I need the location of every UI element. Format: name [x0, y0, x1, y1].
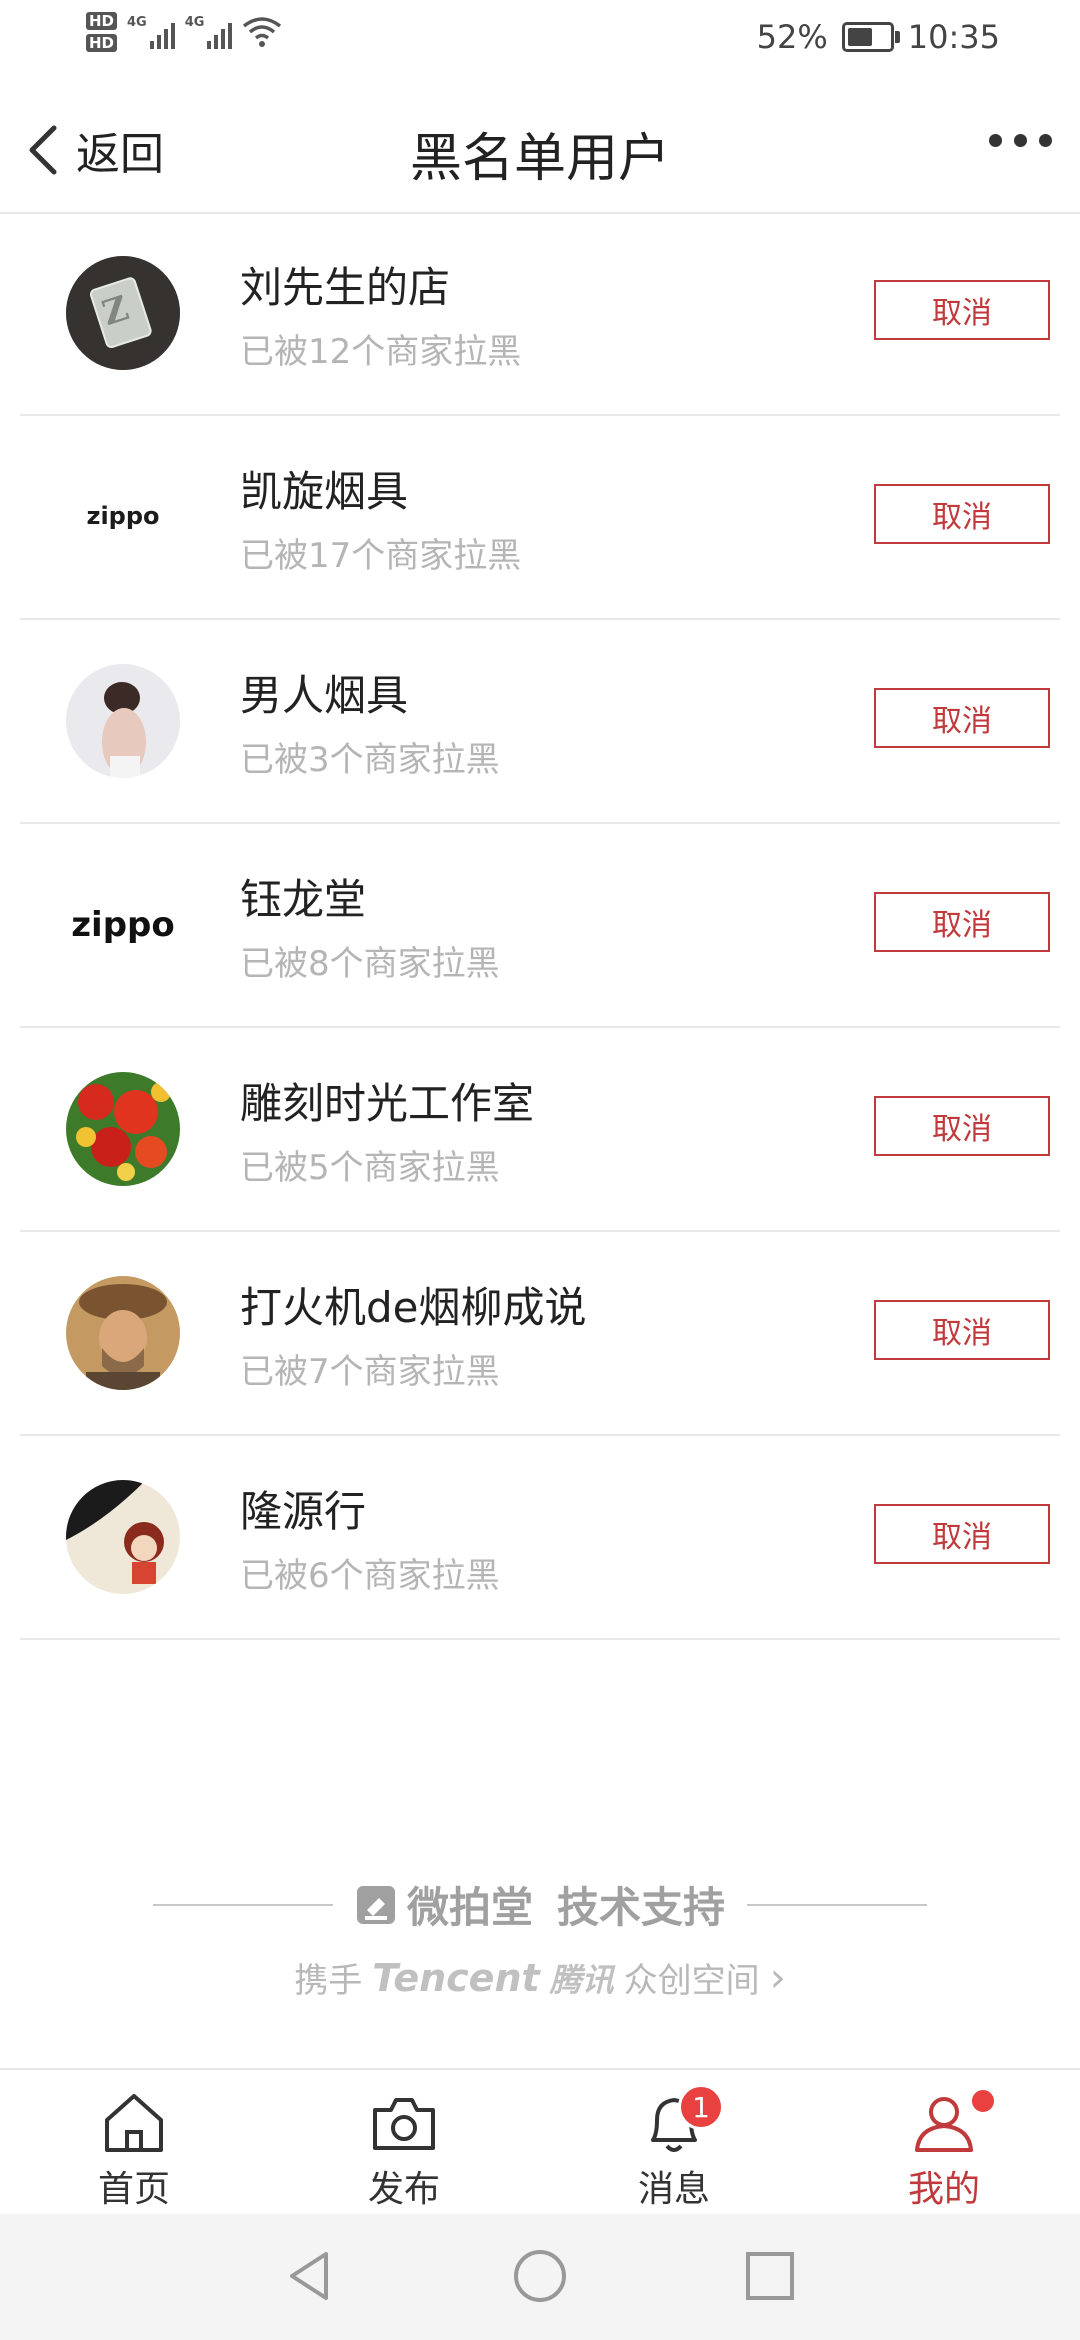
tab-home[interactable]: 首页 — [34, 2088, 234, 2212]
divider — [747, 1903, 928, 1906]
user-name: 打火机de烟柳成说 — [240, 1283, 587, 1332]
cancel-button[interactable]: 取消 — [874, 280, 1050, 340]
tab-label: 发布 — [367, 2169, 440, 2210]
signal-icon-2: 4G — [185, 15, 233, 49]
triangle-back-icon — [290, 2252, 328, 2300]
user-name: 男人烟具 — [240, 671, 409, 720]
cancel-button[interactable]: 取消 — [874, 1300, 1050, 1360]
list-item: 隆源行 已被6个商家拉黑 取消 — [20, 1436, 1060, 1640]
blocked-count: 已被8个商家拉黑 — [240, 944, 500, 984]
hd-indicator-2: HD — [86, 34, 118, 52]
cancel-button[interactable]: 取消 — [874, 1504, 1050, 1564]
battery-icon — [841, 22, 900, 52]
blocked-count: 已被3个商家拉黑 — [240, 740, 500, 780]
zippo-logo: zippo — [86, 502, 159, 530]
system-nav-bar — [0, 2214, 1080, 2340]
page-title: 黑名单用户 — [409, 129, 670, 189]
more-dot-icon — [1039, 134, 1052, 147]
list-item: zippo 凯旋烟具 已被17个商家拉黑 取消 — [20, 416, 1060, 620]
battery-percent: 52% — [756, 18, 828, 56]
cancel-button[interactable]: 取消 — [874, 892, 1050, 952]
list-item: Z 刘先生的店 已被12个商家拉黑 取消 — [20, 212, 1060, 416]
tab-publish[interactable]: 发布 — [304, 2088, 504, 2212]
unread-dot — [970, 2088, 996, 2114]
network-type-1: 4G — [127, 15, 147, 30]
brand-name: 微拍堂 — [406, 1883, 533, 1932]
list-item: 打火机de烟柳成说 已被7个商家拉黑 取消 — [20, 1232, 1060, 1436]
tab-profile[interactable]: 我的 — [844, 2088, 1044, 2212]
user-name: 隆源行 — [240, 1487, 367, 1536]
user-name: 凯旋烟具 — [240, 467, 409, 516]
partner-prefix: 携手 — [294, 1961, 363, 2001]
avatar[interactable] — [66, 1480, 180, 1594]
hd-indicator-1: HD — [86, 12, 118, 30]
blocked-count: 已被17个商家拉黑 — [240, 536, 522, 576]
user-name: 钰龙堂 — [240, 875, 367, 924]
tab-label: 消息 — [637, 2169, 710, 2210]
bottom-tab-bar: 首页 发布 1 消息 我的 — [0, 2068, 1080, 2216]
profile-icon — [915, 2097, 973, 2152]
home-icon — [105, 2094, 163, 2152]
square-recents-icon — [746, 2252, 794, 2300]
status-left: HD HD 4G 4G — [86, 12, 282, 52]
tencent-logo-cn: 腾讯 — [549, 1960, 614, 1999]
circle-home-icon — [514, 2250, 566, 2302]
list-item: zippo 钰龙堂 已被8个商家拉黑 取消 — [20, 824, 1060, 1028]
camera-icon — [373, 2098, 435, 2150]
partner-suffix: 众创空间 — [623, 1961, 760, 2001]
divider — [152, 1903, 333, 1906]
avatar[interactable]: zippo — [66, 868, 180, 982]
nav-back-button[interactable] — [280, 2246, 340, 2306]
nav-home-button[interactable] — [510, 2246, 570, 2306]
support-label: 技术支持 — [557, 1883, 726, 1932]
blocked-count: 已被6个商家拉黑 — [240, 1556, 500, 1596]
user-name: 雕刻时光工作室 — [240, 1079, 535, 1128]
blacklist: Z 刘先生的店 已被12个商家拉黑 取消 zippo 凯旋烟具 已被17个商家拉… — [0, 212, 1080, 1640]
more-dot-icon — [989, 134, 1002, 147]
chevron-right-icon: › — [769, 1954, 786, 2001]
status-right: 52% 10:35 — [757, 18, 1000, 56]
avatar[interactable]: Z — [66, 256, 180, 370]
brand-credit: 微拍堂 技术支持 — [355, 1874, 725, 1935]
blocked-count: 已被7个商家拉黑 — [240, 1352, 500, 1392]
cancel-button[interactable]: 取消 — [874, 688, 1050, 748]
tencent-partner-link[interactable]: 携手 Tencent 腾讯 众创空间 › — [0, 1953, 1080, 2002]
cancel-button[interactable]: 取消 — [874, 1096, 1050, 1156]
avatar[interactable] — [66, 664, 180, 778]
tab-label: 首页 — [97, 2169, 170, 2210]
blocked-count: 已被12个商家拉黑 — [240, 332, 522, 372]
tech-support-credit: 微拍堂 技术支持 携手 Tencent 腾讯 众创空间 › — [0, 1874, 1080, 2002]
list-item: 雕刻时光工作室 已被5个商家拉黑 取消 — [20, 1028, 1060, 1232]
notification-badge: 1 — [678, 2084, 724, 2130]
wifi-icon — [243, 17, 282, 47]
network-type-2: 4G — [184, 15, 205, 30]
user-name: 刘先生的店 — [240, 263, 451, 312]
weipaitang-logo-icon — [356, 1885, 395, 1924]
avatar[interactable] — [66, 1072, 180, 1186]
avatar[interactable]: zippo — [66, 460, 180, 574]
blocked-count: 已被5个商家拉黑 — [240, 1148, 500, 1188]
more-dot-icon — [1014, 134, 1027, 147]
tab-messages[interactable]: 1 消息 — [574, 2084, 774, 2212]
tab-label: 我的 — [907, 2169, 980, 2210]
app-header: 返回 黑名单用户 — [0, 78, 1080, 214]
signal-icon-1: 4G — [127, 15, 175, 49]
tencent-logo: Tencent — [372, 1955, 540, 2000]
cancel-button[interactable]: 取消 — [874, 484, 1050, 544]
list-item: 男人烟具 已被3个商家拉黑 取消 — [20, 620, 1060, 824]
clock: 10:35 — [907, 18, 1000, 56]
zippo-logo: zippo — [71, 905, 174, 945]
more-menu-button[interactable] — [989, 134, 1052, 147]
avatar[interactable] — [66, 1276, 180, 1390]
nav-recents-button[interactable] — [740, 2246, 800, 2306]
status-bar: HD HD 4G 4G 52% 10:35 — [0, 0, 1080, 78]
